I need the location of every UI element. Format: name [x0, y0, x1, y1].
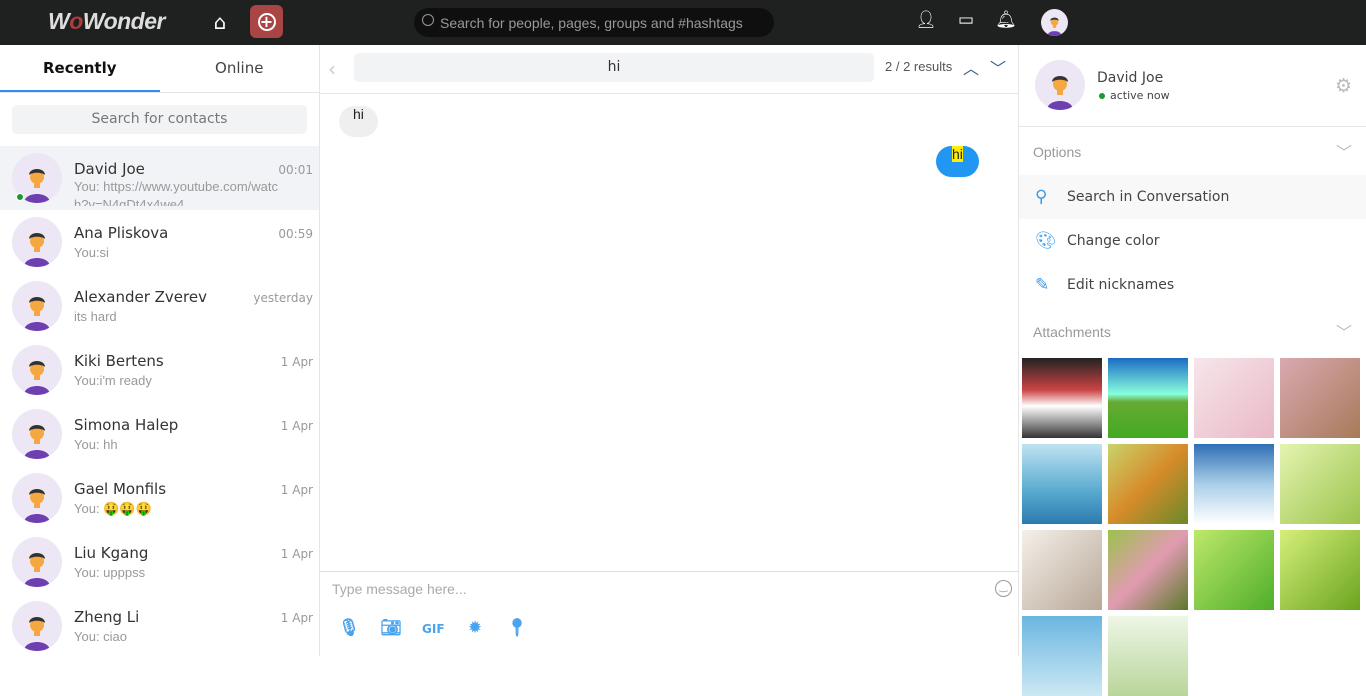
message-input[interactable]: Type message here... — [332, 581, 467, 597]
avatar — [12, 601, 62, 651]
message-sent: hi — [936, 146, 979, 177]
pencil-icon: ✎ — [1035, 275, 1050, 295]
attachment-thumbnail[interactable] — [1108, 444, 1188, 524]
avatar — [12, 345, 62, 395]
attachment-thumbnail[interactable] — [1022, 444, 1102, 524]
contacts-sidebar: Recently Online Search for contacts Davi… — [0, 45, 320, 656]
online-dot — [1099, 93, 1105, 99]
attachment-thumbnail[interactable] — [1022, 616, 1102, 696]
contact-item[interactable]: Simona Halep 1 Apr You: hh — [0, 402, 319, 466]
online-dot — [16, 193, 24, 201]
camera-icon[interactable]: 📷︎ — [380, 618, 402, 640]
gif-icon[interactable]: GIF — [422, 618, 445, 640]
contact-time: 00:01 — [278, 163, 313, 177]
chevron-up-icon[interactable]: ︿ — [963, 55, 979, 79]
contact-item[interactable]: Ana Pliskova 00:59 You:si — [0, 210, 319, 274]
contact-last-message: You: 🤑🤑🤑 — [74, 501, 152, 516]
chevron-down-icon[interactable]: ﹀ — [990, 55, 1006, 79]
attachment-thumbnail[interactable] — [1022, 530, 1102, 610]
contact-last-message: its hard — [74, 309, 117, 324]
chevron-left-icon[interactable]: ‹ — [328, 57, 336, 81]
search-icon: ⚲ — [1035, 187, 1048, 207]
avatar — [12, 473, 62, 523]
attachment-thumbnail[interactable] — [1022, 358, 1102, 438]
edit-nicknames-option[interactable]: ✎ Edit nicknames — [1019, 263, 1366, 307]
conversation-search-input[interactable]: hi — [354, 53, 874, 82]
add-user-icon[interactable]: 👤︎ — [915, 10, 937, 32]
top-bar: WoWonder ⌂ + Search for people, pages, g… — [0, 0, 1366, 45]
contact-item[interactable]: Alexander Zverev yesterday its hard — [0, 274, 319, 338]
highlighted-text: hi — [952, 146, 963, 162]
home-icon[interactable]: ⌂ — [208, 10, 232, 34]
attachment-thumbnail[interactable] — [1280, 444, 1360, 524]
tab-recently[interactable]: Recently — [0, 45, 160, 92]
contact-time: 1 Apr — [280, 547, 313, 561]
global-search-input[interactable]: Search for people, pages, groups and #ha… — [414, 8, 774, 37]
chevron-down-icon: ﹀ — [1335, 145, 1352, 162]
attachment-thumbnail[interactable] — [1108, 530, 1188, 610]
attachment-thumbnail[interactable] — [1194, 358, 1274, 438]
attachment-thumbnail[interactable] — [1108, 616, 1188, 696]
change-color-option[interactable]: 🎨︎ Change color — [1019, 219, 1366, 263]
avatar — [12, 217, 62, 267]
contact-last-message: You: upppss — [74, 565, 146, 580]
location-icon[interactable]: 📍︎ — [506, 618, 528, 640]
search-results-count: 2 / 2 results — [885, 59, 953, 74]
conversation-info-panel: David Joe active now ⚙ Options ﹀ ⚲ Search … — [1018, 45, 1366, 696]
message-received: hi — [339, 106, 378, 137]
attachment-thumbnail[interactable] — [1194, 444, 1274, 524]
attachment-thumbnail[interactable] — [1280, 530, 1360, 610]
contacts-search-input[interactable]: Search for contacts — [12, 105, 307, 134]
contact-item[interactable]: David Joe 00:01 You: https://www.youtube.c… — [0, 146, 319, 210]
search-icon — [422, 14, 434, 26]
profile-avatar[interactable] — [1035, 60, 1085, 110]
attachments-section-header[interactable]: Attachments ﹀ — [1019, 307, 1366, 355]
contact-time: 1 Apr — [280, 419, 313, 433]
avatar — [12, 537, 62, 587]
messages-icon[interactable]: ▭ — [955, 10, 977, 32]
contact-time: 1 Apr — [280, 611, 313, 625]
contact-last-message: You:i'm ready — [74, 373, 152, 388]
contact-last-message: You: hh — [74, 437, 118, 452]
contact-item[interactable]: Kiki Bertens 1 Apr You:i'm ready — [0, 338, 319, 402]
chevron-down-icon: ﹀ — [1335, 325, 1352, 342]
avatar[interactable] — [1041, 9, 1068, 36]
attachment-thumbnail[interactable] — [1108, 358, 1188, 438]
plus-circle-icon: + — [257, 12, 276, 31]
attachment-thumbnail[interactable] — [1280, 358, 1360, 438]
contact-item[interactable]: Gael Monfils 1 Apr You: 🤑🤑🤑 — [0, 466, 319, 530]
contact-item[interactable]: Liu Kgang 1 Apr You: upppss — [0, 530, 319, 594]
attachment-thumbnail[interactable] — [1194, 530, 1274, 610]
create-button[interactable]: + — [250, 5, 283, 38]
tab-online[interactable]: Online — [160, 45, 320, 92]
contact-time: 1 Apr — [280, 483, 313, 497]
emoji-icon[interactable]: ‿ — [995, 580, 1012, 597]
contact-time: 1 Apr — [280, 355, 313, 369]
palette-icon: 🎨︎ — [1035, 231, 1057, 251]
search-placeholder: Search for people, pages, groups and #ha… — [440, 14, 743, 31]
options-section-header[interactable]: Options ﹀ — [1019, 127, 1366, 175]
chat-panel: ‹ hi 2 / 2 results ︿ ﹀ hi hi Type messag… — [320, 45, 1018, 656]
contact-time: 00:59 — [278, 227, 313, 241]
bell-icon[interactable]: 🔔︎ — [995, 10, 1017, 32]
gear-icon[interactable]: ⚙ — [1335, 75, 1352, 97]
avatar — [12, 281, 62, 331]
contact-last-message: You: https://www.youtube.com/watch?v=N4g… — [74, 179, 279, 206]
avatar — [12, 409, 62, 459]
contact-time: yesterday — [253, 291, 313, 305]
contact-item[interactable]: Zheng Li 1 Apr You: ciao — [0, 594, 319, 658]
profile-status: active now — [1099, 89, 1170, 102]
search-in-conversation-option[interactable]: ⚲ Search in Conversation — [1019, 175, 1366, 219]
profile-name[interactable]: David Joe — [1097, 70, 1163, 86]
contact-last-message: You: ciao — [74, 629, 128, 644]
compose-area: Type message here... ‿ 🎙︎ 📷︎ GIF ✹ 📍︎ — [320, 571, 1018, 656]
microphone-icon[interactable]: 🎙︎ — [338, 618, 360, 640]
contact-last-message: You:si — [74, 245, 109, 260]
sticker-icon[interactable]: ✹ — [464, 618, 486, 640]
logo[interactable]: WoWonder — [48, 8, 165, 35]
